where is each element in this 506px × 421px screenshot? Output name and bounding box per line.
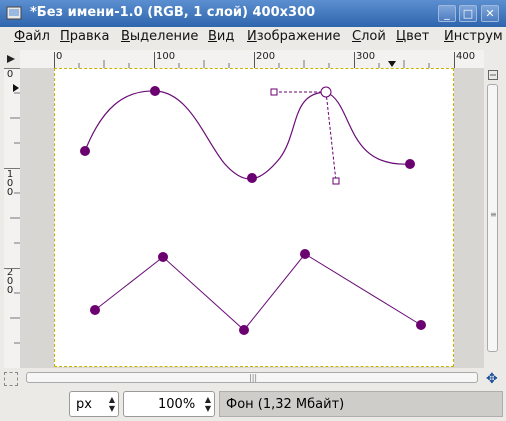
curved-path: [84, 90, 411, 180]
polyline-anchors[interactable]: [90, 249, 426, 335]
menu-layer[interactable]: Слой: [352, 29, 386, 44]
canvas-area[interactable]: [20, 68, 484, 368]
unit-spin-icon: ▲ ▼: [108, 395, 115, 413]
maximize-button[interactable]: □: [459, 5, 477, 22]
zoom-value: 100%: [158, 397, 196, 412]
menu-bar: Файл Правка Выделение Вид Изображение Сл…: [0, 27, 506, 48]
maximize-icon: □: [462, 7, 474, 20]
handle-line-right: [325, 91, 337, 182]
status-bar: px ▲ ▼ 100% ▲ ▼ Фон (1,32 Мбайт): [0, 390, 506, 421]
vertical-ruler[interactable]: 0 100 200: [4, 68, 21, 368]
vertical-scrollbar[interactable]: ≡: [484, 68, 501, 368]
menu-image[interactable]: Изображение: [247, 29, 341, 44]
quick-mask-icon[interactable]: [4, 372, 18, 386]
handle-right-icon[interactable]: [332, 177, 340, 185]
app-icon: [6, 6, 22, 20]
menu-edit[interactable]: Правка: [60, 29, 109, 44]
hruler-minor-ticks: [78, 60, 430, 68]
zoom-spin-icon: ▲ ▼: [204, 395, 211, 413]
horizontal-scroll-thumb[interactable]: |||: [26, 372, 478, 383]
minimize-button[interactable]: _: [438, 5, 456, 22]
horizontal-ruler[interactable]: 0 100 200 300 400: [20, 50, 484, 69]
unit-select[interactable]: px ▲ ▼: [69, 391, 119, 417]
status-message: Фон (1,32 Мбайт): [219, 391, 503, 417]
vscroll-grip-icon: ≡: [490, 210, 497, 219]
menu-tools[interactable]: Инструм: [444, 29, 503, 44]
handle-left-icon[interactable]: [270, 88, 278, 96]
menu-view[interactable]: Вид: [208, 29, 234, 44]
zoom-select[interactable]: 100% ▲ ▼: [123, 391, 215, 417]
menu-color[interactable]: Цвет: [396, 29, 429, 44]
window-title: *Без имени-1.0 (RGB, 1 слой) 400x300: [30, 5, 316, 20]
selected-anchor-icon[interactable]: [320, 86, 332, 98]
zoom-fit-icon[interactable]: [488, 70, 498, 80]
minimize-icon: _: [444, 7, 450, 20]
horizontal-scrollbar[interactable]: |||: [20, 370, 484, 386]
menu-select[interactable]: Выделение: [121, 29, 198, 44]
image-canvas[interactable]: [54, 68, 454, 367]
hruler-pointer-icon: [388, 61, 396, 67]
curve-anchors[interactable]: [80, 86, 415, 183]
navigate-icon[interactable]: ✥: [486, 372, 500, 386]
vertical-scroll-thumb[interactable]: ≡: [487, 84, 498, 352]
polyline-path: [94, 253, 422, 331]
paths-drawing: [80, 86, 426, 335]
image-window-body: 0 100 200 300 400 0 100 200 ≡ ||| ✥: [0, 48, 506, 390]
close-icon: ✕: [485, 7, 495, 20]
close-button[interactable]: ✕: [481, 5, 499, 22]
title-bar: *Без имени-1.0 (RGB, 1 слой) 400x300 _ □…: [0, 0, 506, 27]
menu-arrow-icon[interactable]: [4, 52, 18, 66]
hscroll-grip-icon: |||: [249, 373, 258, 382]
vruler-ticks: [4, 68, 20, 344]
vruler-pointer-icon: [13, 84, 19, 92]
menu-file[interactable]: Файл: [14, 29, 50, 44]
unit-value: px: [76, 397, 92, 412]
